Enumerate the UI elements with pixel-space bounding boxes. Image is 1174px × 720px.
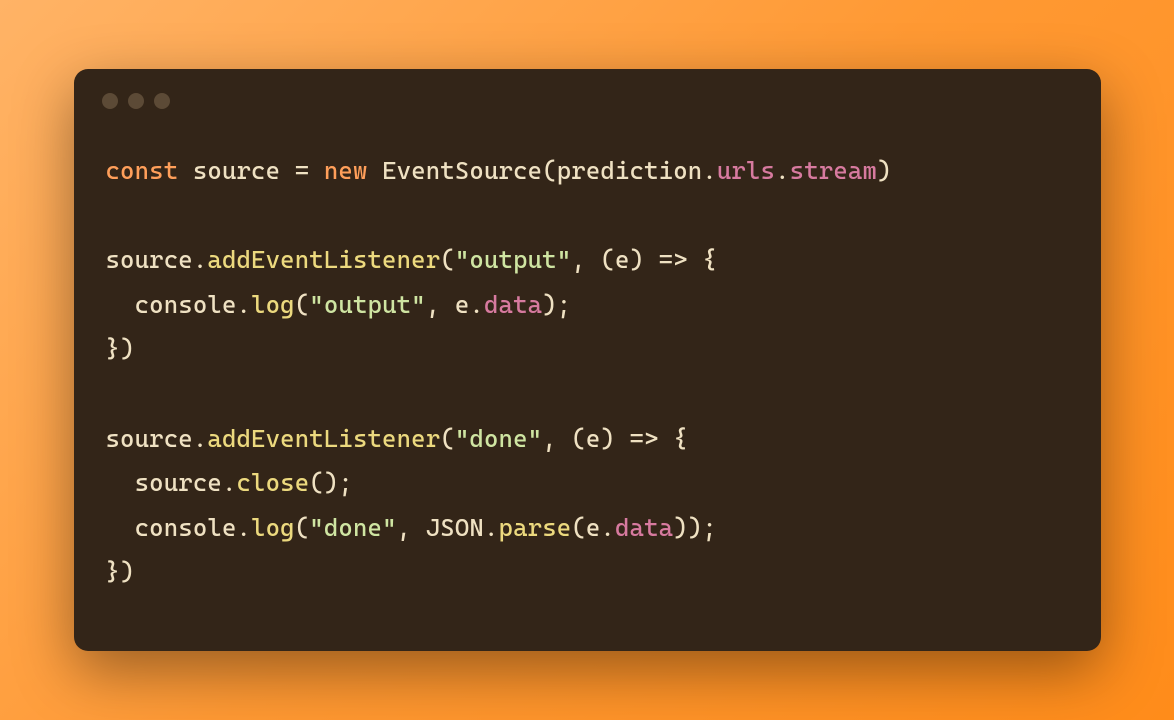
- property: data: [615, 513, 673, 542]
- code-text: , JSON.: [397, 513, 499, 542]
- function-name: close: [237, 468, 310, 497]
- code-text: EventSource(prediction.: [368, 156, 717, 185]
- code-text: ();: [309, 468, 353, 497]
- code-line: const source = new EventSource(predictio…: [106, 149, 1069, 194]
- code-line: console.log("done", JSON.parse(e.data));: [106, 506, 1069, 551]
- code-text: {: [688, 245, 717, 274]
- function-name: addEventListener: [207, 424, 440, 453]
- function-name: parse: [499, 513, 572, 542]
- code-line: source.addEventListener("done", (e) => {: [106, 417, 1069, 462]
- code-text: (: [295, 513, 310, 542]
- code-line: console.log("output", e.data);: [106, 283, 1069, 328]
- code-text: (: [440, 424, 455, 453]
- string-literal: "done": [455, 424, 542, 453]
- arrow-operator: =>: [659, 245, 688, 274]
- code-line: }): [106, 550, 1069, 595]
- code-text: }): [106, 557, 135, 586]
- code-text: source.: [106, 468, 237, 497]
- code-line: source.addEventListener("output", (e) =>…: [106, 238, 1069, 283]
- code-text: .: [775, 156, 790, 185]
- code-text: console.: [106, 290, 252, 319]
- operator: =: [295, 156, 310, 185]
- code-text: source.: [106, 245, 208, 274]
- code-text: , e.: [426, 290, 484, 319]
- string-literal: "done": [309, 513, 396, 542]
- code-text: source.: [106, 424, 208, 453]
- code-editor: const source = new EventSource(predictio…: [74, 109, 1101, 651]
- code-text: ): [877, 156, 892, 185]
- blank-line: [106, 372, 1069, 417]
- property: data: [484, 290, 542, 319]
- maximize-icon[interactable]: [154, 93, 170, 109]
- code-line: source.close();: [106, 461, 1069, 506]
- property: stream: [790, 156, 877, 185]
- code-text: ));: [673, 513, 717, 542]
- window-titlebar: [74, 69, 1101, 109]
- code-text: (e.: [571, 513, 615, 542]
- function-name: addEventListener: [207, 245, 440, 274]
- property: urls: [717, 156, 775, 185]
- code-text: }): [106, 334, 135, 363]
- code-text: );: [542, 290, 571, 319]
- code-text: , (e): [542, 424, 629, 453]
- arrow-operator: =>: [630, 424, 659, 453]
- minimize-icon[interactable]: [128, 93, 144, 109]
- keyword-const: const: [106, 156, 179, 185]
- close-icon[interactable]: [102, 93, 118, 109]
- code-text: (: [295, 290, 310, 319]
- code-text: console.: [106, 513, 252, 542]
- code-text: [309, 156, 324, 185]
- string-literal: "output": [309, 290, 425, 319]
- code-text: {: [659, 424, 688, 453]
- blank-line: [106, 194, 1069, 239]
- code-text: source: [178, 156, 294, 185]
- code-line: }): [106, 327, 1069, 372]
- string-literal: "output": [455, 245, 571, 274]
- function-name: log: [251, 290, 295, 319]
- function-name: log: [251, 513, 295, 542]
- code-text: , (e): [571, 245, 658, 274]
- keyword-new: new: [324, 156, 368, 185]
- code-window: const source = new EventSource(predictio…: [74, 69, 1101, 651]
- code-text: (: [440, 245, 455, 274]
